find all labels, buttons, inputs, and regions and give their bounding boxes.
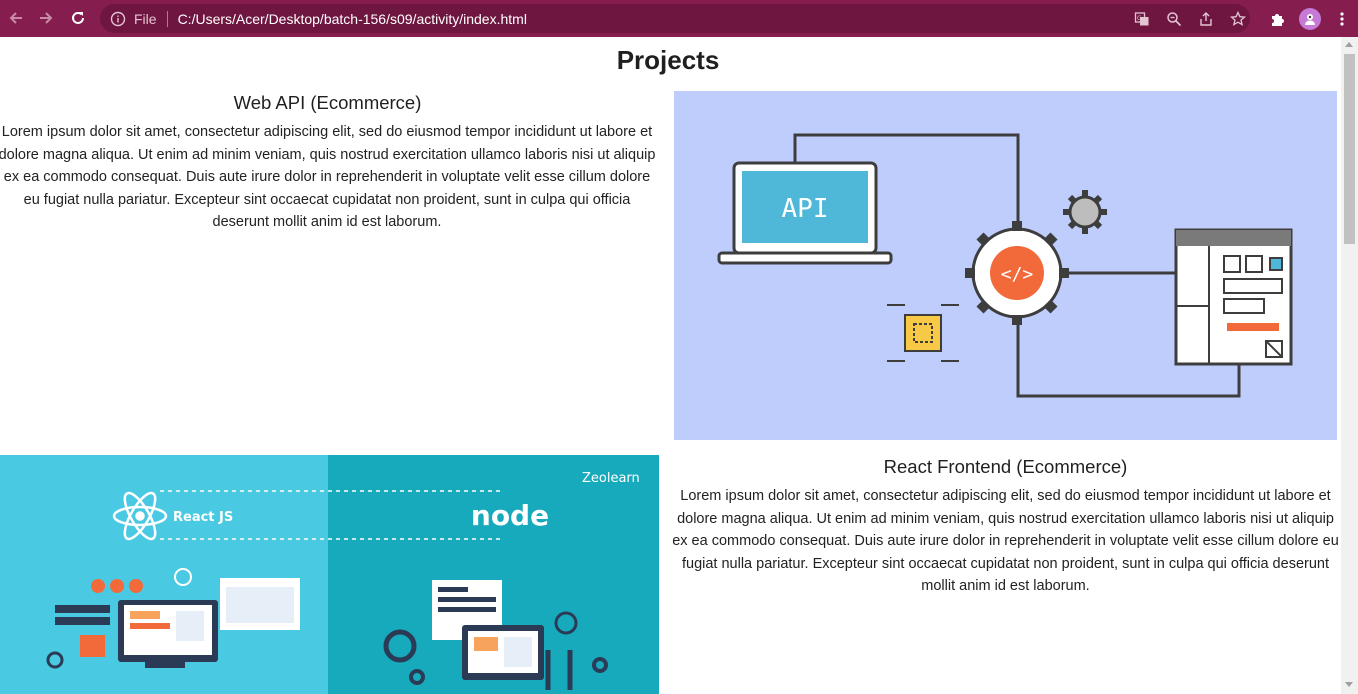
profile-button[interactable] bbox=[1294, 0, 1326, 37]
share-button[interactable] bbox=[1190, 0, 1222, 37]
reload-icon bbox=[72, 11, 84, 24]
translate-button[interactable]: G bbox=[1126, 0, 1158, 37]
reload-button[interactable] bbox=[62, 2, 94, 34]
forward-button[interactable] bbox=[30, 2, 62, 34]
puzzle-icon bbox=[1272, 13, 1284, 26]
node-label: node bbox=[471, 499, 549, 532]
profile-avatar-icon bbox=[1305, 13, 1315, 25]
extensions-button[interactable] bbox=[1262, 0, 1294, 37]
page-content: Projects Web API (Ecommerce) Lorem ipsum… bbox=[0, 37, 1341, 694]
page-title: Projects bbox=[616, 45, 720, 75]
star-icon bbox=[1230, 10, 1246, 26]
url-text[interactable]: C:/Users/Acer/Desktop/batch-156/s09/acti… bbox=[178, 11, 527, 27]
project-description: Lorem ipsum dolor sit amet, consectetur … bbox=[672, 488, 1339, 594]
address-bar[interactable]: File C:/Users/Acer/Desktop/batch-156/s09… bbox=[100, 4, 1250, 33]
omnibox-divider bbox=[166, 10, 168, 27]
translate-icon: G bbox=[1134, 11, 1149, 25]
avatar bbox=[1299, 7, 1321, 30]
browser-toolbar: File C:/Users/Acer/Desktop/batch-156/s09… bbox=[0, 0, 1358, 37]
back-button[interactable] bbox=[0, 2, 32, 34]
toolbar-actions: G bbox=[1126, 0, 1358, 37]
project-title: React Frontend (Ecommerce) bbox=[883, 456, 1128, 477]
info-icon[interactable] bbox=[110, 11, 126, 27]
zoom-icon bbox=[1167, 11, 1182, 26]
svg-text:G: G bbox=[1137, 15, 1142, 22]
project-image-api: API </> bbox=[674, 91, 1337, 440]
scrollbar-thumb[interactable] bbox=[1344, 54, 1355, 244]
zoom-button[interactable] bbox=[1158, 0, 1190, 37]
api-label: API bbox=[782, 194, 829, 224]
project-description: Lorem ipsum dolor sit amet, consectetur … bbox=[0, 124, 656, 230]
file-label: File bbox=[134, 10, 157, 27]
project-title: Web API (Ecommerce) bbox=[233, 92, 422, 113]
share-icon bbox=[1200, 11, 1212, 26]
scroll-up-arrow[interactable] bbox=[1345, 42, 1353, 47]
arrow-right-icon bbox=[40, 12, 53, 24]
project-image-react-node: React JS node Zeolearn bbox=[0, 455, 659, 694]
brand-label: Zeolearn bbox=[582, 471, 640, 486]
kebab-menu-icon bbox=[1340, 11, 1344, 26]
scroll-down-arrow[interactable] bbox=[1345, 682, 1353, 687]
arrow-left-icon bbox=[9, 12, 22, 24]
react-label: React JS bbox=[173, 510, 233, 525]
svg-text:</>: </> bbox=[1001, 264, 1034, 285]
menu-button[interactable] bbox=[1326, 0, 1358, 37]
bookmark-button[interactable] bbox=[1222, 0, 1254, 37]
vertical-scrollbar[interactable] bbox=[1341, 37, 1358, 694]
